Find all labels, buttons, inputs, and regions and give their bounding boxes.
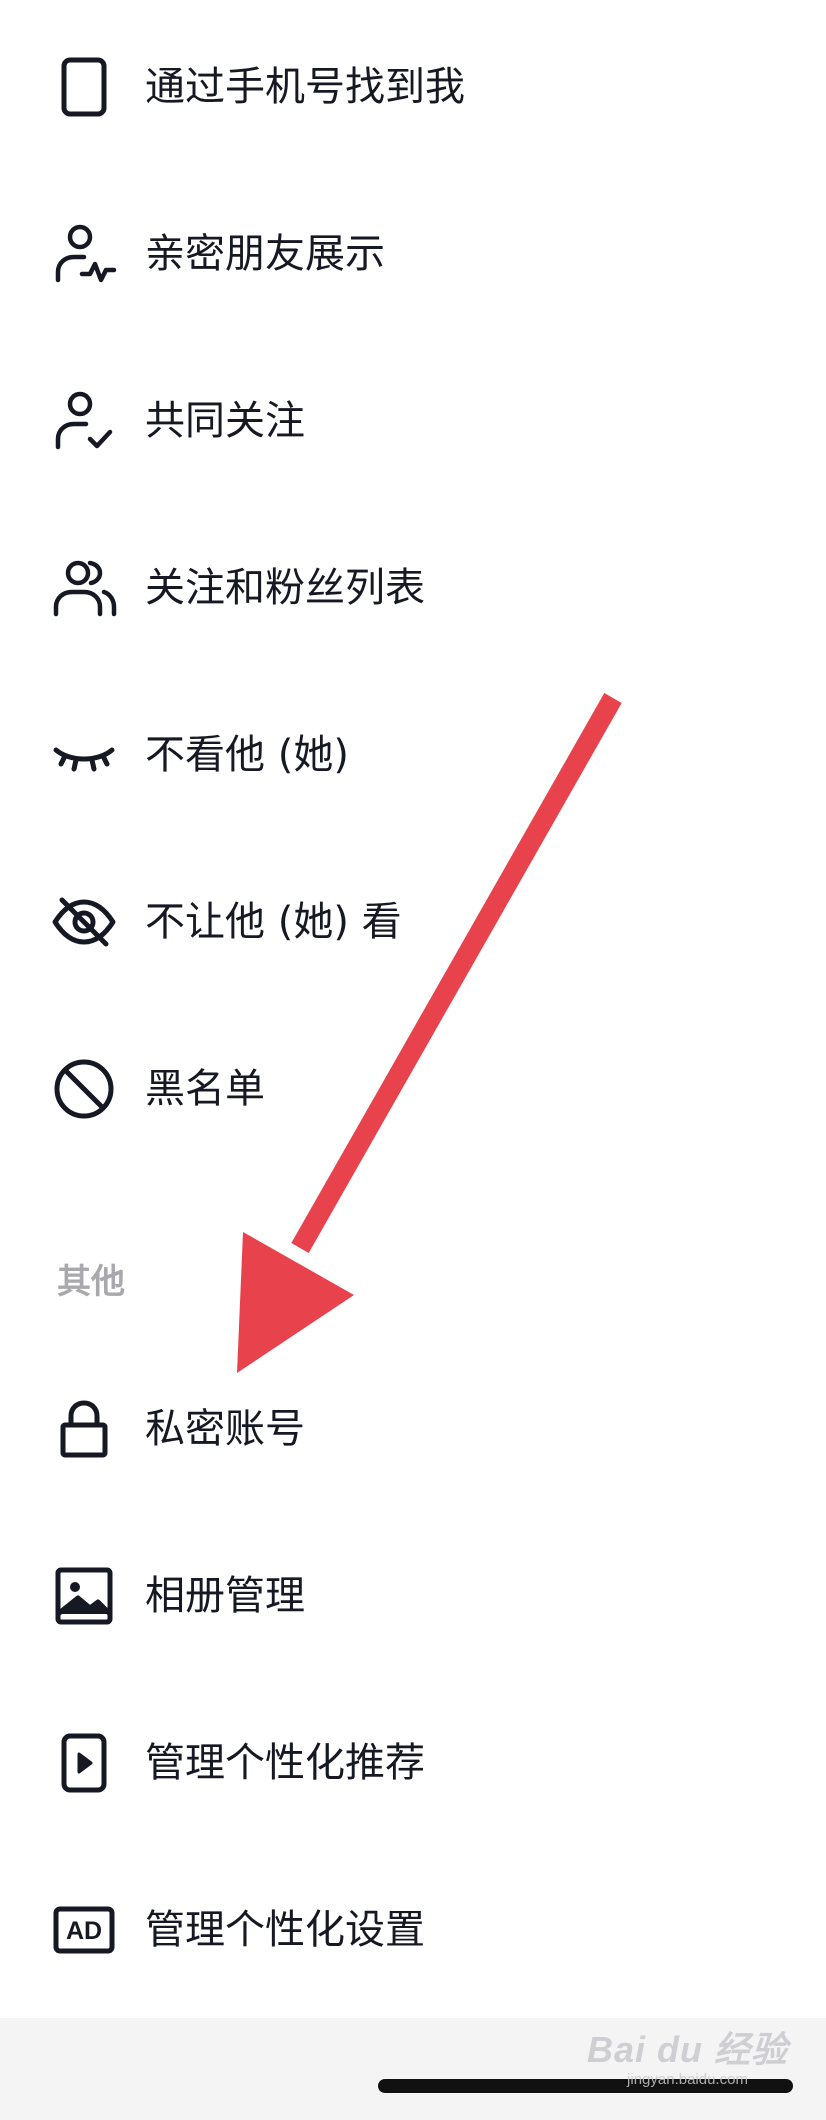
blacklist-label: 黑名单 (145, 1066, 265, 1112)
image-icon (50, 1562, 118, 1630)
ad-icon: AD (50, 1896, 118, 1964)
personalized-settings-label: 管理个性化设置 (145, 1907, 425, 1953)
close-friends-display-label: 亲密朋友展示 (145, 231, 385, 277)
user-check-icon (50, 387, 118, 455)
other-section-title: 其他 (57, 1262, 125, 1302)
close-friends-display-item[interactable]: 亲密朋友展示 (0, 179, 826, 329)
lock-icon (50, 1395, 118, 1463)
closed-eye-icon (50, 721, 118, 789)
follow-and-fans-list-item[interactable]: 关注和粉丝列表 (0, 513, 826, 663)
users-icon (50, 554, 118, 622)
follow-and-fans-list-label: 关注和粉丝列表 (145, 565, 425, 611)
watermark: Bai du 经验 jingyan.baidu.com (587, 2030, 788, 2090)
album-management-item[interactable]: 相册管理 (0, 1521, 826, 1671)
find-me-by-phone-label: 通过手机号找到我 (145, 64, 465, 110)
watermark-sub: jingyan.baidu.com (627, 2071, 748, 2088)
find-me-by-phone-item[interactable]: 通过手机号找到我 (0, 12, 826, 162)
user-pulse-icon (50, 220, 118, 288)
phone-icon (50, 53, 118, 121)
hide-my-content-item[interactable]: 不让他 (她) 看 (0, 847, 826, 997)
hide-their-content-item[interactable]: 不看他 (她) (0, 680, 826, 830)
ad-icon-text: AD (66, 1917, 102, 1945)
block-icon (50, 1055, 118, 1123)
personalized-recommendations-label: 管理个性化推荐 (145, 1740, 425, 1786)
blacklist-item[interactable]: 黑名单 (0, 1014, 826, 1164)
mutual-follows-label: 共同关注 (145, 398, 305, 444)
hide-my-content-label: 不让他 (她) 看 (145, 899, 402, 945)
album-management-label: 相册管理 (145, 1573, 305, 1619)
private-account-label: 私密账号 (145, 1406, 305, 1452)
phone-play-icon (50, 1729, 118, 1797)
watermark-main: Bai du 经验 (586, 2029, 788, 2070)
private-account-item[interactable]: 私密账号 (0, 1354, 826, 1504)
eye-off-icon (50, 888, 118, 956)
personalized-settings-item[interactable]: AD 管理个性化设置 (0, 1855, 826, 2005)
hide-their-content-label: 不看他 (她) (145, 732, 349, 778)
personalized-recommendations-item[interactable]: 管理个性化推荐 (0, 1688, 826, 1838)
mutual-follows-item[interactable]: 共同关注 (0, 346, 826, 496)
